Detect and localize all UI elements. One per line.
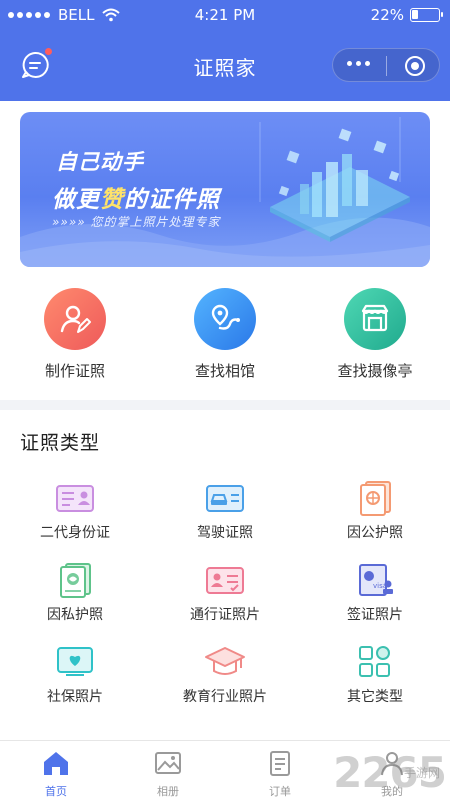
type-id-card[interactable]: 二代身份证	[0, 478, 150, 542]
social-security-icon	[53, 642, 97, 682]
type-label: 驾驶证照	[197, 525, 253, 541]
kiosk-icon	[344, 288, 406, 350]
watermark-sub: 手游网	[403, 766, 440, 780]
type-driver-license[interactable]: 驾驶证照	[150, 478, 300, 542]
more-dots-icon[interactable]	[347, 61, 370, 66]
tab-label: 相册	[157, 785, 179, 798]
tab-label: 首页	[45, 785, 67, 798]
visa-icon: visa	[353, 560, 397, 600]
type-label: 通行证照片	[190, 607, 260, 623]
banner-headline-2: 做更赞的证件照	[52, 187, 220, 213]
quick-action-label: 查找摄像亭	[337, 362, 413, 380]
banner-headline-1: 自己动手	[56, 150, 144, 174]
mini-program-capsule	[332, 48, 440, 82]
car-license-icon	[203, 478, 247, 518]
quick-action-find-studio[interactable]: 查找相馆	[160, 288, 290, 381]
phone-city-illustration	[259, 117, 410, 242]
map-pin-icon	[194, 288, 256, 350]
nav-bar: 证照家	[0, 40, 450, 90]
order-icon	[270, 751, 290, 776]
tab-album[interactable]: 相册	[138, 749, 198, 799]
type-other[interactable]: 其它类型	[300, 642, 450, 706]
tab-label: 订单	[269, 785, 291, 798]
grid-apps-icon	[353, 642, 397, 682]
quick-action-make-photo[interactable]: 制作证照	[10, 288, 140, 381]
capsule-divider	[386, 56, 387, 76]
quick-action-label: 查找相馆	[194, 362, 255, 380]
album-icon	[155, 752, 181, 774]
person-pen-icon	[44, 288, 106, 350]
battery-percent: 22%	[370, 6, 404, 24]
type-label: 教育行业照片	[183, 689, 267, 705]
quick-action-find-kiosk[interactable]: 查找摄像亭	[310, 288, 440, 381]
tab-orders[interactable]: 订单	[250, 749, 310, 799]
type-social-security[interactable]: 社保照片	[0, 642, 150, 706]
tab-home[interactable]: 首页	[26, 749, 86, 799]
top-bar: BELL 4:21 PM 22% 证照家	[0, 0, 450, 101]
type-official-passport[interactable]: 因公护照	[300, 478, 450, 542]
type-visa-photo[interactable]: visa 签证照片	[300, 560, 450, 624]
battery-icon	[410, 8, 443, 22]
site-watermark: 2265 手游网	[333, 748, 447, 797]
official-passport-icon	[353, 478, 397, 518]
quick-action-label: 制作证照	[44, 362, 105, 380]
type-private-passport[interactable]: 因私护照	[0, 560, 150, 624]
quick-actions: 制作证照 查找相馆 查找摄像亭	[0, 288, 450, 388]
section-title: 证照类型	[20, 432, 101, 454]
type-label: 因私护照	[47, 607, 103, 623]
pass-card-icon	[203, 560, 247, 600]
id-card-icon	[53, 478, 97, 518]
type-pass-photo[interactable]: 通行证照片	[150, 560, 300, 624]
type-label: 二代身份证	[40, 525, 110, 541]
type-label: 社保照片	[47, 689, 103, 705]
promo-banner[interactable]: 自己动手 做更赞的证件照 »»»» 您的掌上照片处理专家	[20, 112, 430, 267]
section-divider	[0, 400, 450, 410]
type-label: 签证照片	[347, 607, 403, 623]
type-label: 其它类型	[347, 689, 403, 705]
private-passport-icon	[53, 560, 97, 600]
graduation-cap-icon	[203, 642, 247, 682]
home-icon	[44, 752, 68, 775]
target-circle-icon[interactable]	[405, 56, 425, 76]
type-education[interactable]: 教育行业照片	[150, 642, 300, 706]
type-label: 因公护照	[347, 525, 403, 541]
banner-tagline: »»»» 您的掌上照片处理专家	[52, 215, 221, 229]
status-bar: BELL 4:21 PM 22%	[0, 0, 450, 30]
